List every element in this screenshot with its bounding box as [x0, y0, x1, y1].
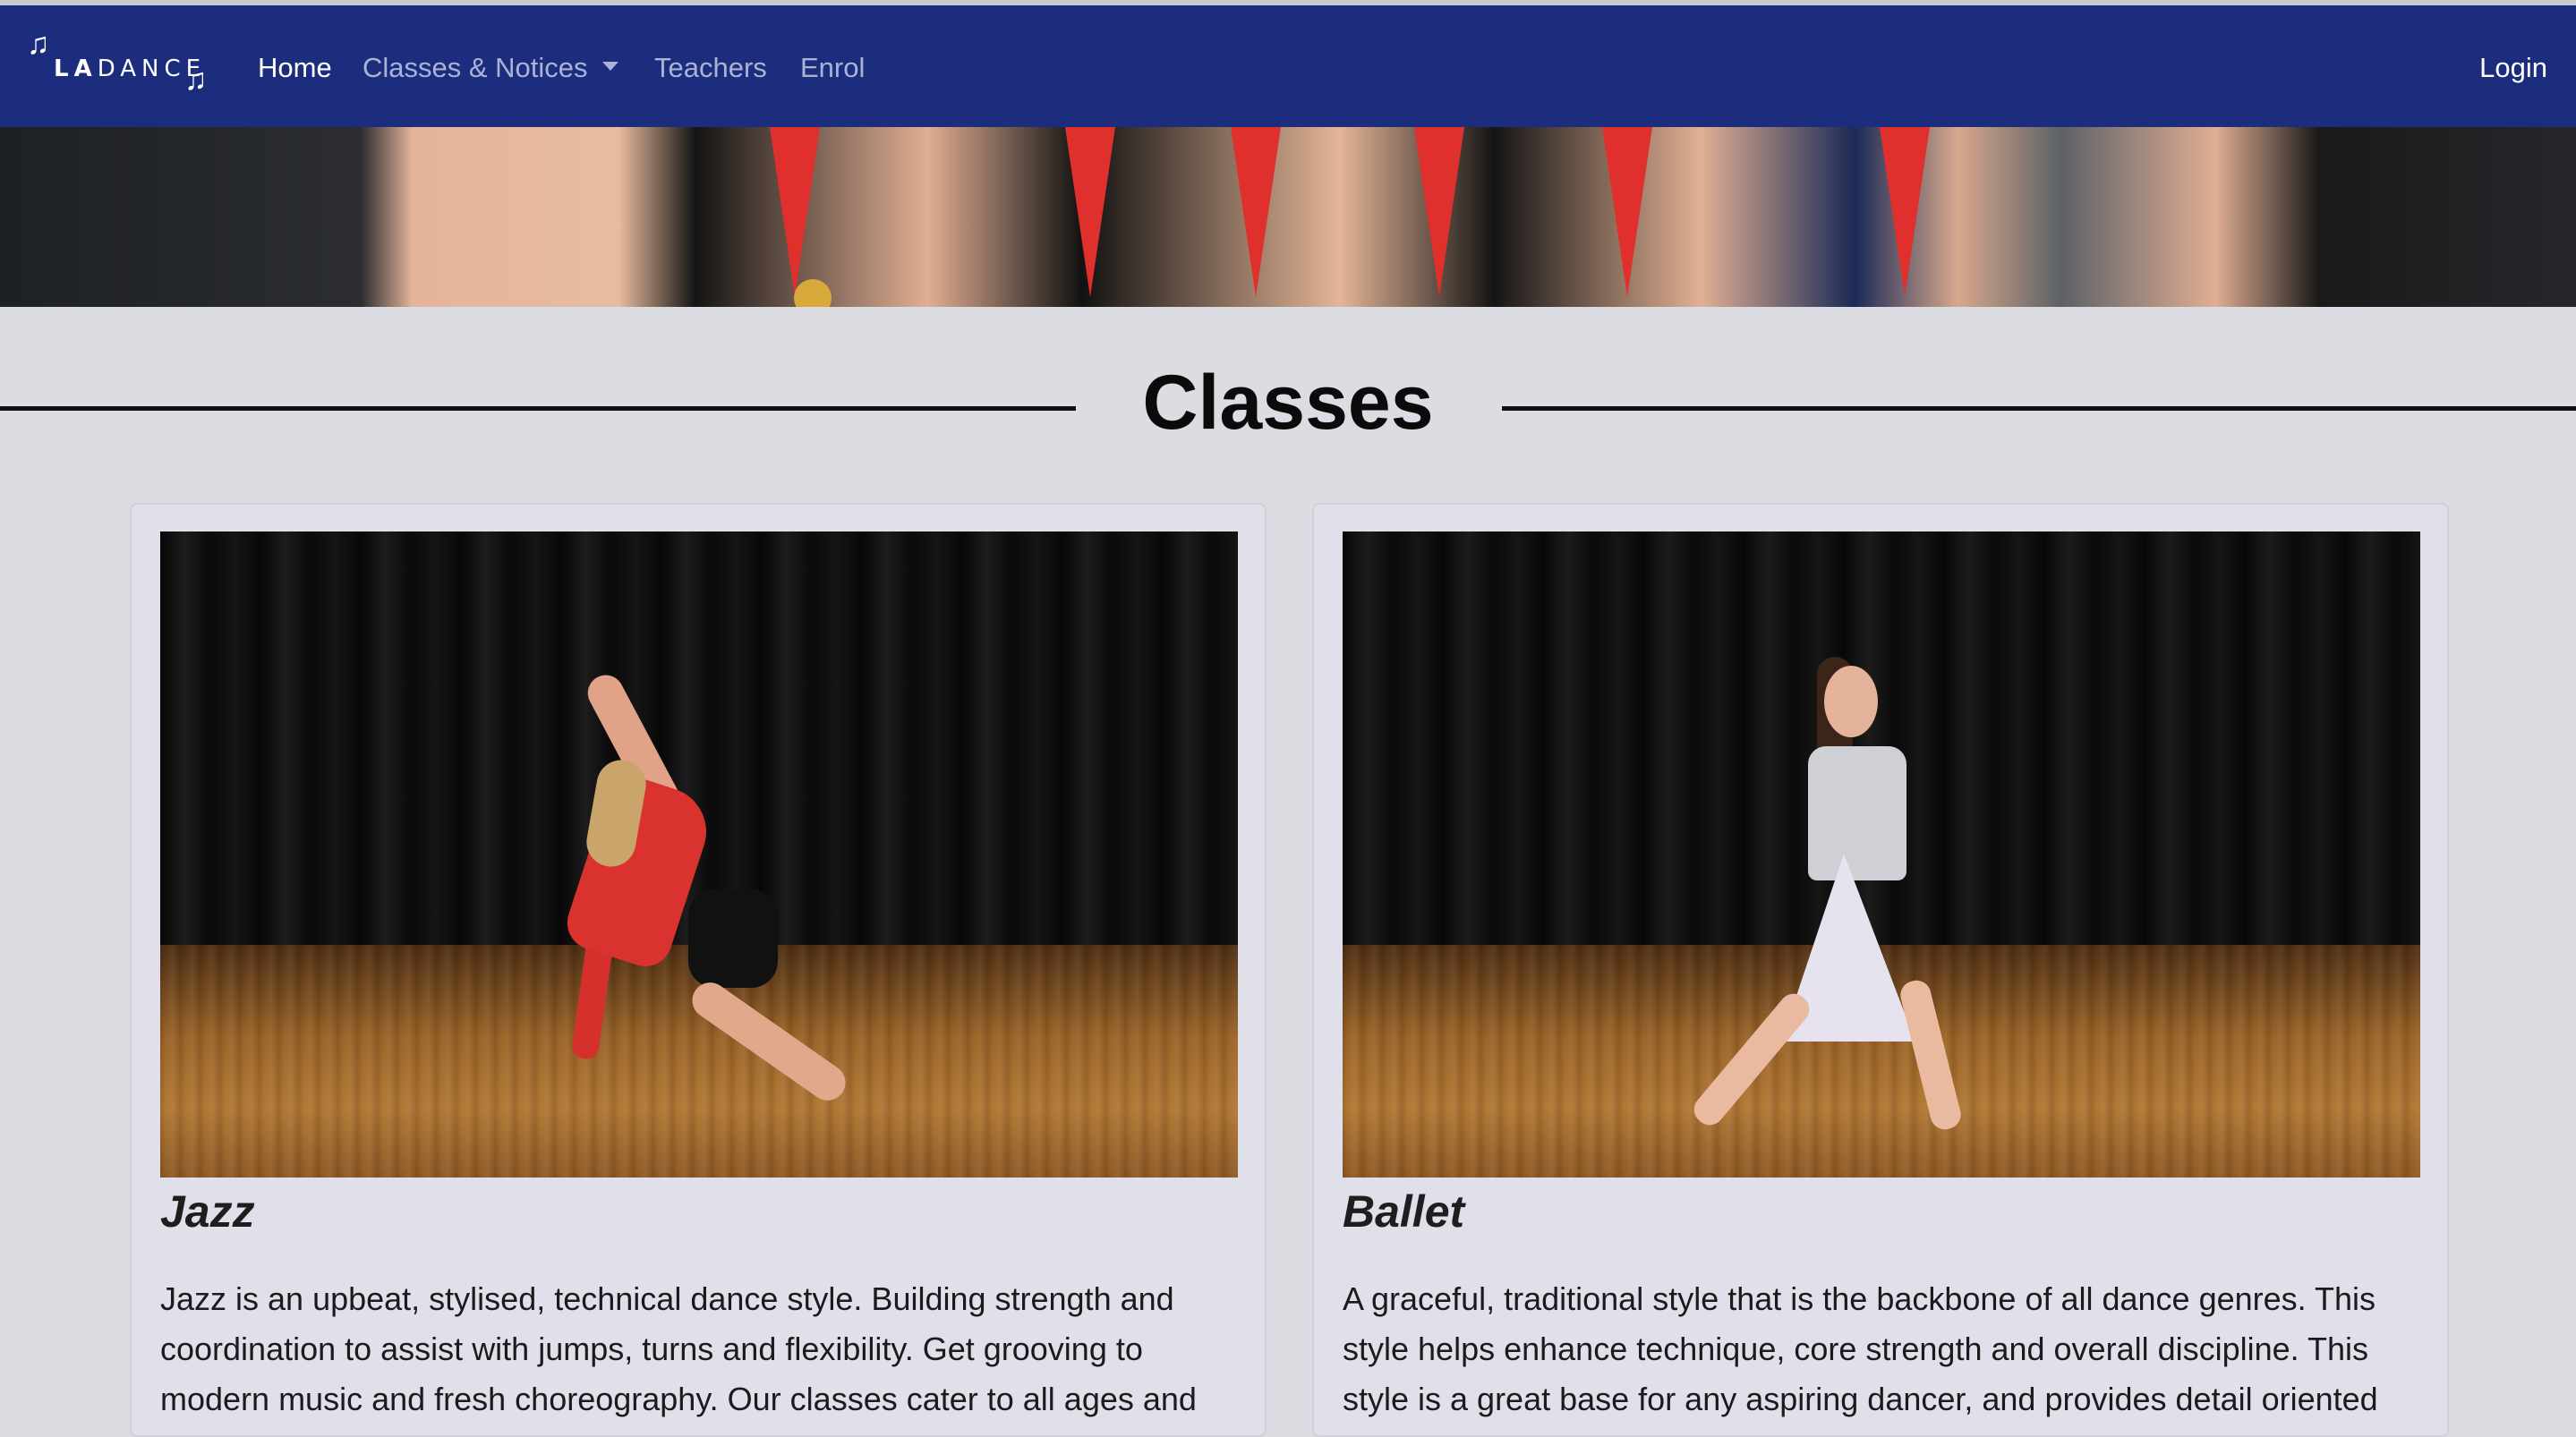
stage-curtain — [160, 531, 1238, 946]
nav-classes-notices-label: Classes & Notices — [363, 52, 588, 83]
ballet-dancer-photo — [1343, 531, 2420, 1178]
dancer-head — [1824, 666, 1878, 737]
heading-rule-right — [1502, 406, 2576, 411]
medal-ribbon — [1414, 127, 1464, 297]
music-note-icon: ♫ — [184, 63, 208, 97]
medal-ribbon — [1880, 127, 1930, 297]
medal-ribbon — [770, 127, 820, 297]
nav-classes-notices-dropdown[interactable]: Classes & Notices — [363, 50, 618, 86]
medal-ribbon — [1065, 127, 1115, 297]
nav-home-link[interactable]: Home — [258, 50, 332, 86]
navbar: ♫ LADANCE ♫ Home Classes & Notices Teach… — [0, 5, 2576, 127]
site-logo[interactable]: ♫ LADANCE ♫ — [27, 29, 215, 109]
section-heading: Classes — [1142, 360, 1434, 446]
hero-banner-image — [0, 127, 2576, 307]
medal-ribbon — [1602, 127, 1652, 297]
card-title: Jazz — [160, 1186, 255, 1237]
card-description: A graceful, traditional style that is th… — [1343, 1280, 2378, 1417]
class-card-ballet: Ballet A graceful, traditional style tha… — [1312, 503, 2449, 1437]
nav-teachers-link[interactable]: Teachers — [654, 50, 767, 86]
medal-ribbon — [1231, 127, 1281, 297]
caret-down-icon — [601, 61, 618, 71]
login-link[interactable]: Login — [2479, 50, 2547, 86]
music-note-icon: ♫ — [27, 27, 50, 61]
medal — [794, 279, 832, 307]
class-card-jazz: Jazz Jazz is an upbeat, stylised, techni… — [130, 503, 1267, 1437]
dancer-shorts — [688, 889, 778, 988]
jazz-dancer-photo — [160, 531, 1238, 1178]
card-description: Jazz is an upbeat, stylised, technical d… — [160, 1280, 1197, 1417]
nav-enrol-link[interactable]: Enrol — [800, 50, 865, 86]
logo-wordmark: LADANCE — [54, 55, 207, 82]
card-title: Ballet — [1343, 1186, 1465, 1237]
